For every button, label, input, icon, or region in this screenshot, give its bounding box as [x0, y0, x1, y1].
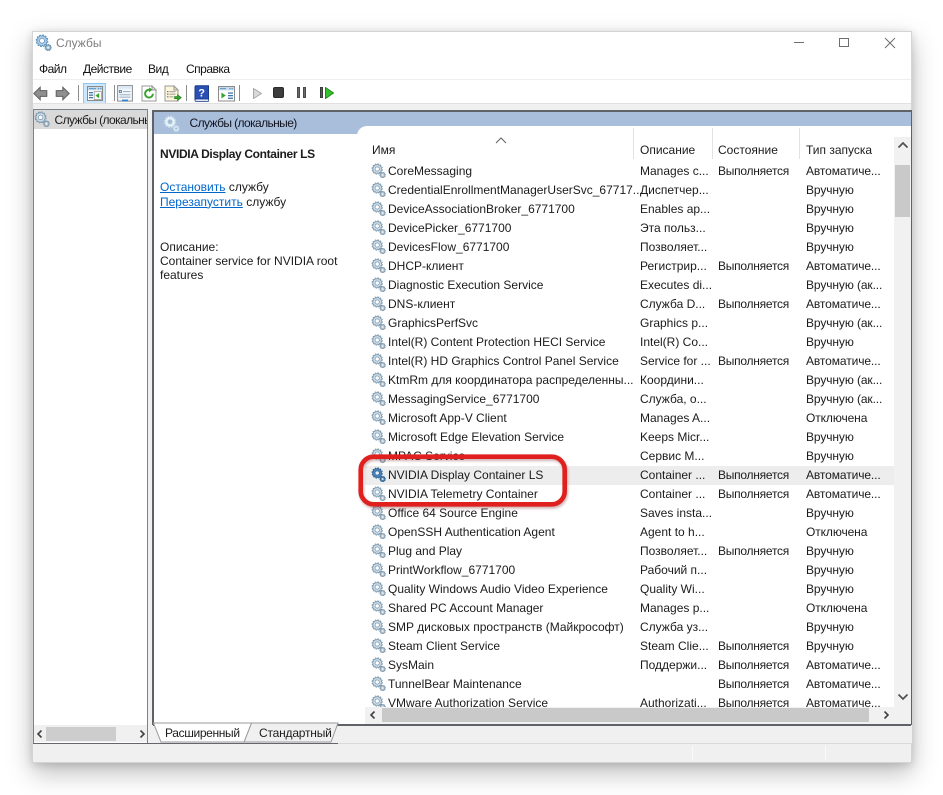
- svg-text:?: ?: [198, 87, 205, 99]
